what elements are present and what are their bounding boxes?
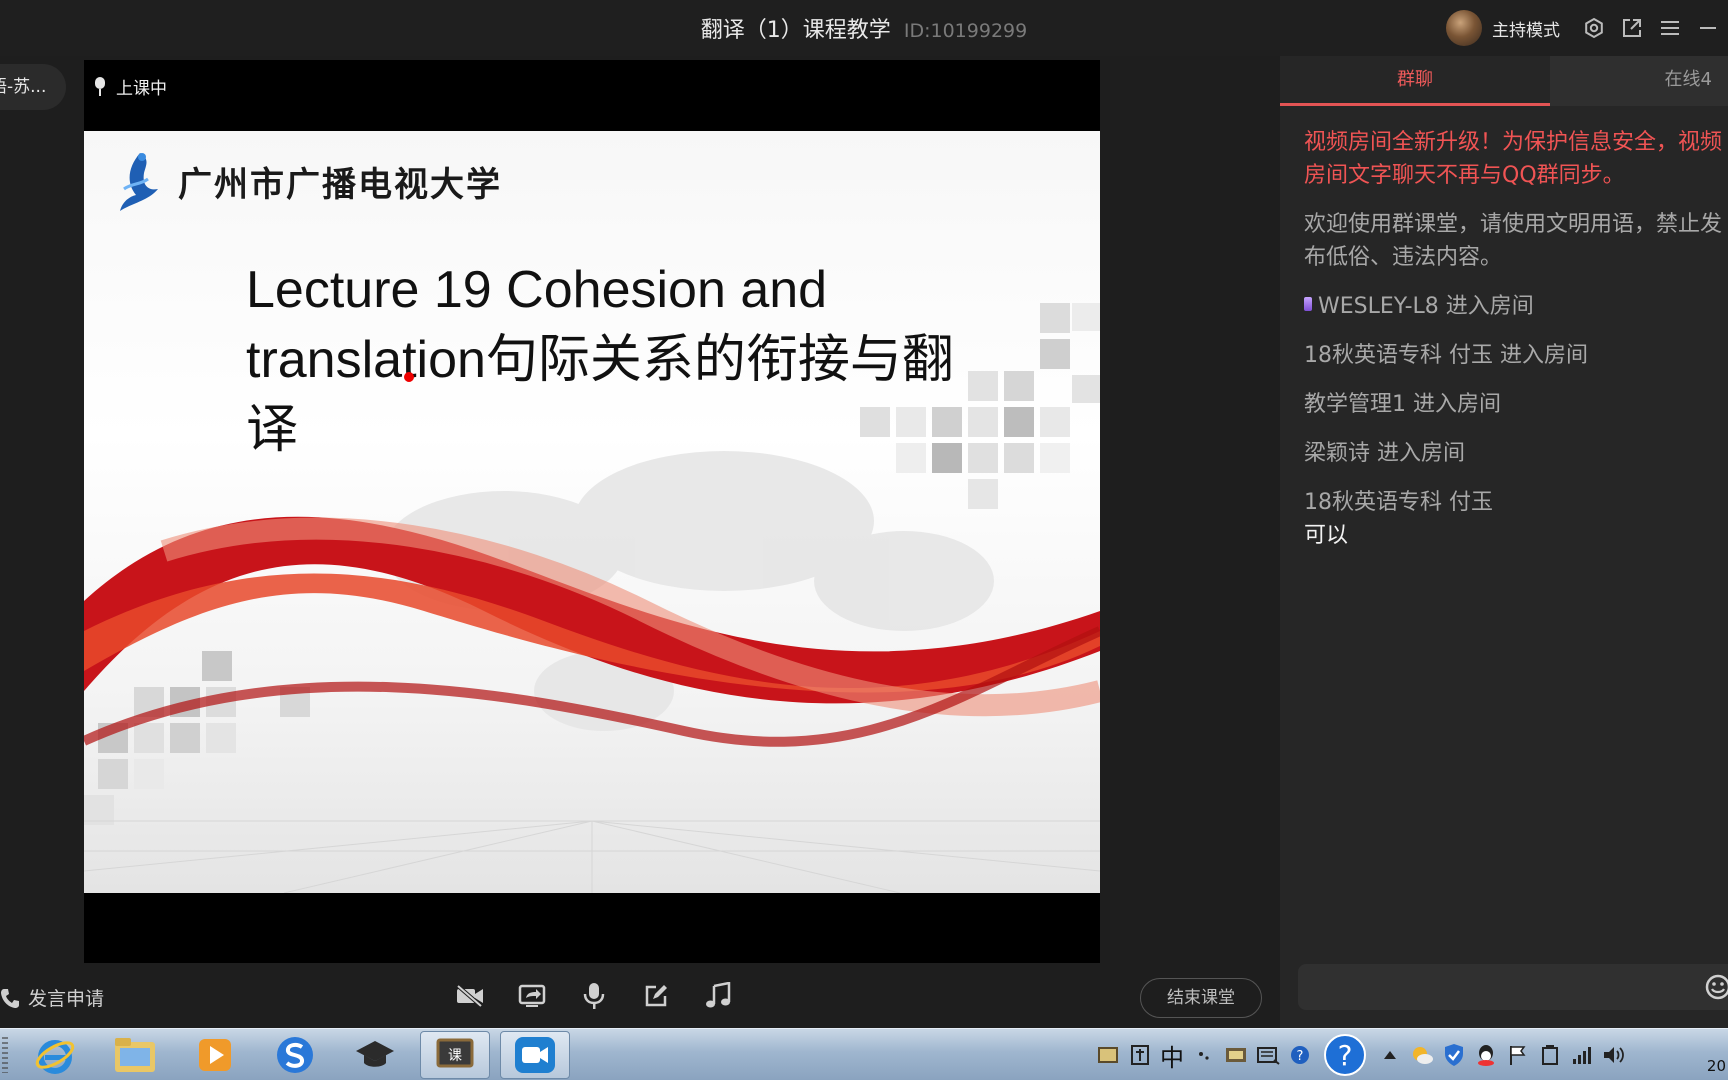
media-tools: [454, 980, 734, 1012]
window-controls: 主持模式: [1446, 8, 1720, 48]
camera-off-icon[interactable]: [454, 980, 486, 1012]
university-name: 广州市广播电视大学: [178, 164, 502, 205]
qq-icon[interactable]: [1474, 1043, 1498, 1067]
ime-keyboard-icon[interactable]: [1256, 1043, 1280, 1067]
screen-share-icon[interactable]: [516, 980, 548, 1012]
live-status: 上课中: [94, 74, 167, 99]
speak-request-button[interactable]: 发言申请: [0, 984, 104, 1011]
slide: 广州市广播电视大学 Lecture 19 Cohesion and transl…: [84, 131, 1100, 893]
message-text: 可以: [1304, 523, 1349, 548]
speak-request-label: 发言申请: [28, 988, 105, 1010]
lecture-title: Lecture 19 Cohesion and translation句际关系的…: [246, 261, 954, 459]
student-video-label: 语-苏...: [0, 77, 47, 97]
chat-messages: 视频房间全新升级！为保护信息安全，视频房间文字聊天不再与QQ群同步。 欢迎使用群…: [1304, 126, 1728, 568]
weather-icon[interactable]: [1410, 1043, 1434, 1067]
ime-mode-icon[interactable]: [1128, 1043, 1152, 1067]
music-icon[interactable]: [702, 980, 734, 1012]
avatar[interactable]: [1446, 10, 1482, 46]
sogou-icon[interactable]: [260, 1031, 330, 1079]
chat-tabs: 群聊 在线4: [1280, 56, 1728, 106]
security-shield-icon[interactable]: [1442, 1043, 1466, 1067]
clock[interactable]: 20: [1707, 1057, 1726, 1075]
menu-icon[interactable]: [1658, 16, 1682, 40]
ke-app-icon[interactable]: 课: [420, 1031, 490, 1079]
explorer-icon[interactable]: [100, 1031, 170, 1079]
system-notice: 视频房间全新升级！为保护信息安全，视频房间文字聊天不再与QQ群同步。: [1304, 130, 1723, 188]
tab-online[interactable]: 在线4: [1550, 56, 1728, 106]
phone-icon: [1, 988, 19, 1008]
chat-panel: 群聊 在线4 视频房间全新升级！为保护信息安全，视频房间文字聊天不再与QQ群同步…: [1280, 56, 1728, 1028]
help-icon[interactable]: ?: [1320, 1033, 1370, 1077]
graduation-cap-icon[interactable]: [340, 1031, 410, 1079]
svg-text:?: ?: [1338, 1039, 1353, 1072]
ime-pv-icon[interactable]: [1096, 1043, 1120, 1067]
chat-message: 18秋英语专科 付玉 可以: [1304, 486, 1728, 552]
windows-taskbar: 课 中 ? ? 20: [0, 1028, 1728, 1080]
laser-pointer: [404, 372, 414, 382]
list-item: 教学管理1 进入房间: [1304, 392, 1501, 417]
chat-input[interactable]: [1298, 964, 1728, 1010]
emoji-icon[interactable]: [1704, 973, 1728, 1001]
ime-help-icon[interactable]: ?: [1288, 1043, 1312, 1067]
popout-icon[interactable]: [1620, 16, 1644, 40]
video-call-icon[interactable]: [500, 1031, 570, 1079]
university-logo-row: 广州市广播电视大学: [118, 149, 502, 213]
university-logo-icon: [120, 153, 158, 211]
welcome-message: 欢迎使用群课堂，请使用文明用语，禁止发布低俗、违法内容。: [1304, 212, 1723, 270]
network-icon[interactable]: [1570, 1043, 1594, 1067]
end-class-button[interactable]: 结束课堂: [1140, 978, 1262, 1018]
slide-decoration: [84, 303, 1100, 893]
message-sender: 18秋英语专科 付玉: [1304, 490, 1493, 515]
member-badge-icon: [1304, 297, 1312, 311]
list-item: 18秋英语专科 付玉 进入房间: [1304, 343, 1588, 368]
tab-group-chat[interactable]: 群聊: [1280, 56, 1550, 106]
action-center-flag-icon[interactable]: [1506, 1043, 1530, 1067]
title-bar: 翻译（1）课程教学 ID:10199299 主持模式: [0, 0, 1728, 56]
host-mode-label[interactable]: 主持模式: [1492, 16, 1560, 41]
system-tray: 中 ? ?: [1096, 1033, 1626, 1077]
taskbar-grip[interactable]: [2, 1037, 8, 1073]
ime-skin-icon[interactable]: [1224, 1043, 1248, 1067]
svg-text:课: 课: [448, 1048, 462, 1064]
student-video-chip[interactable]: 语-苏...: [0, 64, 66, 110]
list-item: 梁颖诗 进入房间: [1304, 441, 1465, 466]
window-title: 翻译（1）课程教学: [700, 18, 891, 43]
ime-language-label[interactable]: 中: [1160, 1038, 1184, 1073]
microphone-toggle-icon[interactable]: [578, 980, 610, 1012]
device-icon[interactable]: [1538, 1043, 1562, 1067]
ime-punctuation-icon[interactable]: [1192, 1043, 1216, 1067]
ie-icon[interactable]: [20, 1031, 90, 1079]
presentation-stage: 上课中 广州市广播电视大学 Lecture 19 Cohesion and tr…: [84, 60, 1100, 963]
minimize-icon[interactable]: [1696, 16, 1720, 40]
media-player-icon[interactable]: [180, 1031, 250, 1079]
room-id: ID:10199299: [903, 20, 1028, 42]
live-label: 上课中: [116, 79, 167, 99]
classroom-toolbar: 发言申请 结束课堂: [0, 970, 1280, 1028]
microphone-icon: [95, 76, 105, 96]
taskbar-apps: 课: [20, 1031, 570, 1079]
svg-text:?: ?: [1297, 1049, 1304, 1064]
edit-icon[interactable]: [640, 980, 672, 1012]
volume-icon[interactable]: [1602, 1043, 1626, 1067]
tray-expand-icon[interactable]: [1378, 1043, 1402, 1067]
settings-icon[interactable]: [1582, 16, 1606, 40]
list-item: WESLEY-L8 进入房间: [1304, 290, 1728, 323]
